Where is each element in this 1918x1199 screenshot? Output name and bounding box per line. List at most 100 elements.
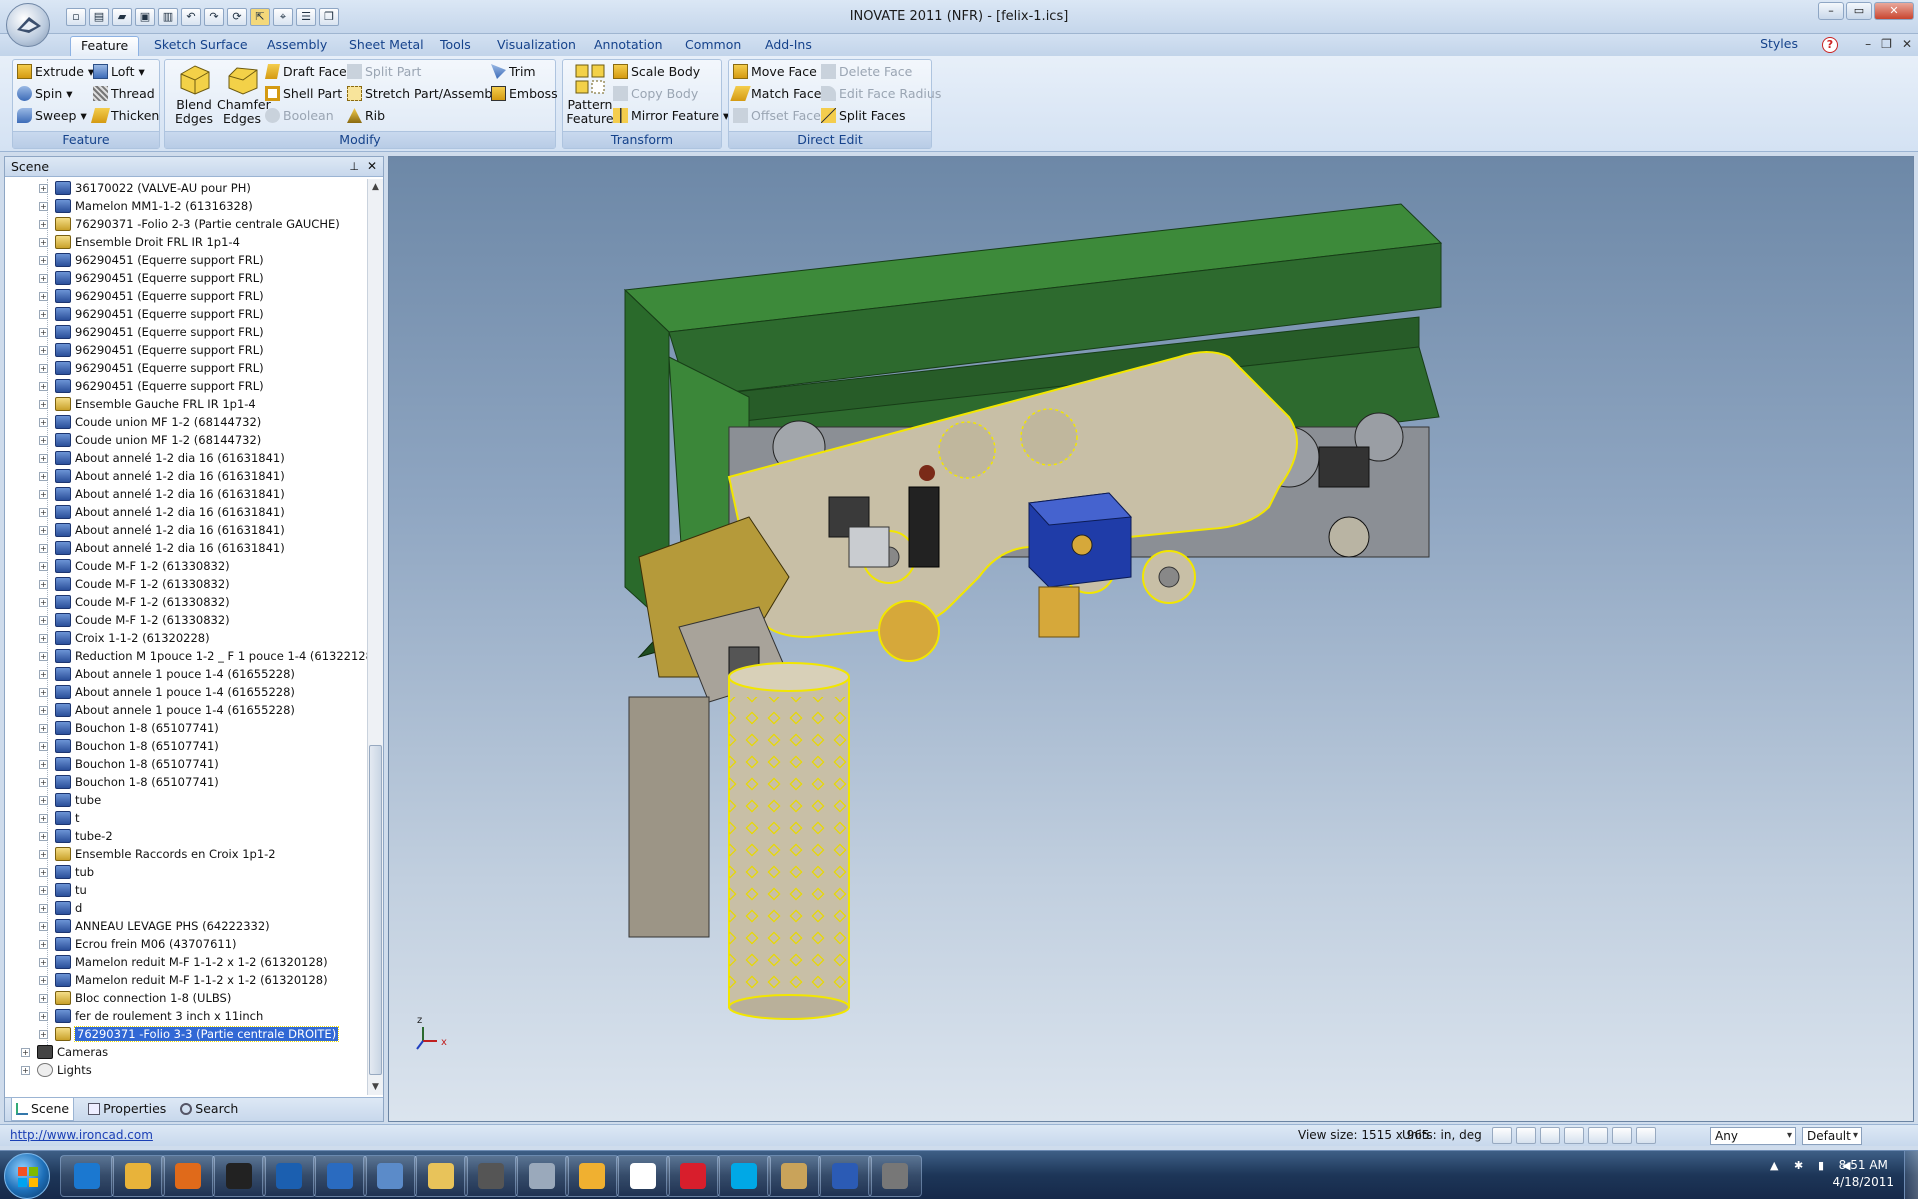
expand-icon[interactable]: + xyxy=(39,976,48,985)
tree-item-lights[interactable]: + Lights xyxy=(5,1061,367,1079)
scroll-up-icon[interactable]: ▲ xyxy=(368,179,383,195)
expand-icon[interactable]: + xyxy=(39,238,48,247)
zoom-window-icon[interactable] xyxy=(1516,1127,1536,1144)
expand-icon[interactable]: + xyxy=(39,274,48,283)
expand-icon[interactable]: + xyxy=(39,724,48,733)
expand-icon[interactable]: + xyxy=(39,1030,48,1039)
rib-button[interactable]: Rib xyxy=(347,106,385,126)
emboss-button[interactable]: Emboss xyxy=(491,84,558,104)
tree-item[interactable]: + fer de roulement 3 inch x 11inch xyxy=(5,1007,367,1025)
taskbar-remote-button[interactable] xyxy=(363,1155,417,1197)
taskbar-blank-button[interactable] xyxy=(615,1155,670,1197)
expand-icon[interactable]: + xyxy=(21,1066,30,1075)
taskbar-calculator-button[interactable] xyxy=(514,1155,569,1197)
expand-icon[interactable]: + xyxy=(39,544,48,553)
expand-icon[interactable]: + xyxy=(39,778,48,787)
scene-tree[interactable]: +36170022 (VALVE-AU pour PH) + Mamelon MM1… xyxy=(5,179,367,1095)
tab-annotation[interactable]: Annotation xyxy=(584,36,673,56)
tree-item[interactable]: + tu xyxy=(5,881,367,899)
tab-scene[interactable]: Scene xyxy=(11,1098,75,1121)
tree-item[interactable]: + Croix 1-1-2 (61320228) xyxy=(5,629,367,647)
tree-item[interactable]: + About annelé 1-2 dia 16 (61631841) xyxy=(5,539,367,557)
scroll-down-icon[interactable]: ▼ xyxy=(368,1079,383,1095)
tree-item[interactable]: +96290451 (Equerre support FRL) xyxy=(5,377,367,395)
expand-icon[interactable]: + xyxy=(39,184,48,193)
tab-visualization[interactable]: Visualization xyxy=(487,36,586,56)
tree-item[interactable]: + Coude M-F 1-2 (61330832) xyxy=(5,557,367,575)
expand-icon[interactable]: + xyxy=(39,490,48,499)
tree-item[interactable]: + Mamelon reduit M-F 1-1-2 x 1-2 (6132012… xyxy=(5,971,367,989)
expand-icon[interactable]: + xyxy=(39,400,48,409)
expand-icon[interactable]: + xyxy=(39,634,48,643)
taskbar-internet-explorer-button[interactable] xyxy=(60,1155,114,1197)
stretch-part-button[interactable]: Stretch Part/Assembly xyxy=(347,84,503,104)
tab-feature[interactable]: Feature xyxy=(70,36,140,56)
mirror-feature-button[interactable]: Mirror Feature ▾ xyxy=(613,106,729,126)
help-icon[interactable]: ? xyxy=(1822,37,1838,53)
zoom-icon[interactable] xyxy=(1492,1127,1512,1144)
tree-item[interactable]: +96290451 (Equerre support FRL) xyxy=(5,251,367,269)
expand-icon[interactable]: + xyxy=(39,868,48,877)
expand-icon[interactable]: + xyxy=(39,562,48,571)
filter-icon[interactable] xyxy=(1636,1127,1656,1144)
thicken-button[interactable]: Thicken xyxy=(90,106,159,126)
lighting-icon[interactable] xyxy=(1612,1127,1632,1144)
expand-icon[interactable]: + xyxy=(39,886,48,895)
bluetooth-icon[interactable]: ✱ xyxy=(1794,1159,1810,1175)
tree-item[interactable]: + Coude union MF 1-2 (68144732) xyxy=(5,413,367,431)
expand-icon[interactable]: + xyxy=(39,616,48,625)
expand-icon[interactable]: + xyxy=(39,742,48,751)
tray-arrow-icon[interactable]: ▲ xyxy=(1770,1159,1786,1175)
expand-icon[interactable]: + xyxy=(39,346,48,355)
taskbar-word-button[interactable] xyxy=(817,1155,872,1197)
match-face-button[interactable]: Match Face xyxy=(730,84,821,104)
scale-body-button[interactable]: Scale Body xyxy=(613,62,700,82)
tree-item[interactable]: + Bouchon 1-8 (65107741) xyxy=(5,719,367,737)
show-desktop-button[interactable] xyxy=(1904,1151,1918,1199)
expand-icon[interactable]: + xyxy=(39,202,48,211)
tree-item[interactable]: +36170022 (VALVE-AU pour PH) xyxy=(5,179,367,197)
camera-icon[interactable] xyxy=(1588,1127,1608,1144)
maximize-icon[interactable]: ▭ xyxy=(1846,2,1872,20)
tree-item[interactable]: + Ecrou frein M06 (43707611) xyxy=(5,935,367,953)
tree-item[interactable]: + tube-2 xyxy=(5,827,367,845)
expand-icon[interactable]: + xyxy=(39,706,48,715)
expand-icon[interactable]: + xyxy=(39,382,48,391)
loft-button[interactable]: Loft ▾ xyxy=(93,62,145,82)
tree-item[interactable]: + About annelé 1-2 dia 16 (61631841) xyxy=(5,449,367,467)
tree-item[interactable]: +76290371 -Folio 3-3 (Partie centrale DR… xyxy=(5,1025,367,1043)
tree-item[interactable]: + About annele 1 pouce 1-4 (61655228) xyxy=(5,665,367,683)
expand-icon[interactable]: + xyxy=(39,814,48,823)
split-faces-button[interactable]: Split Faces xyxy=(821,106,905,126)
tree-item[interactable]: + t xyxy=(5,809,367,827)
tree-item[interactable]: + About annelé 1-2 dia 16 (61631841) xyxy=(5,467,367,485)
spin-button[interactable]: Spin ▾ xyxy=(17,84,73,104)
tree-item[interactable]: + About annele 1 pouce 1-4 (61655228) xyxy=(5,701,367,719)
taskbar-lock-button[interactable] xyxy=(464,1155,518,1197)
expand-icon[interactable]: + xyxy=(39,220,48,229)
tree-item[interactable]: +96290451 (Equerre support FRL) xyxy=(5,341,367,359)
taskbar-explorer-button[interactable] xyxy=(110,1155,165,1197)
tree-item[interactable]: +96290451 (Equerre support FRL) xyxy=(5,287,367,305)
tree-item[interactable]: + Reduction M 1pouce 1-2 _ F 1 pouce 1-4 … xyxy=(5,647,367,665)
tree-item[interactable]: + Coude union MF 1-2 (68144732) xyxy=(5,431,367,449)
tree-item[interactable]: + Bouchon 1-8 (65107741) xyxy=(5,773,367,791)
tree-item[interactable]: + About annelé 1-2 dia 16 (61631841) xyxy=(5,485,367,503)
render-mode-icon[interactable] xyxy=(1564,1127,1584,1144)
extrude-button[interactable]: Extrude ▾ xyxy=(17,62,94,82)
tree-item[interactable]: + Mamelon reduit M-F 1-1-2 x 1-2 (6132012… xyxy=(5,953,367,971)
expand-icon[interactable]: + xyxy=(39,328,48,337)
tree-item[interactable]: + Coude M-F 1-2 (61330832) xyxy=(5,575,367,593)
pin-icon[interactable]: ⊥ xyxy=(349,157,359,176)
tree-item[interactable]: + About annelé 1-2 dia 16 (61631841) xyxy=(5,521,367,539)
expand-icon[interactable]: + xyxy=(21,1048,30,1057)
taskbar-mail-button[interactable] xyxy=(565,1155,619,1197)
tree-item[interactable]: +96290451 (Equerre support FRL) xyxy=(5,305,367,323)
clock[interactable]: 8:51 AM 4/18/2011 xyxy=(1832,1157,1894,1191)
expand-icon[interactable]: + xyxy=(39,670,48,679)
expand-icon[interactable]: + xyxy=(39,1012,48,1021)
offset-face-button[interactable]: Offset Face xyxy=(733,106,821,126)
taskbar-skype-button[interactable] xyxy=(716,1155,771,1197)
styles-menu[interactable]: Styles xyxy=(1760,36,1798,51)
taskbar-ironcad-button[interactable] xyxy=(868,1155,922,1197)
